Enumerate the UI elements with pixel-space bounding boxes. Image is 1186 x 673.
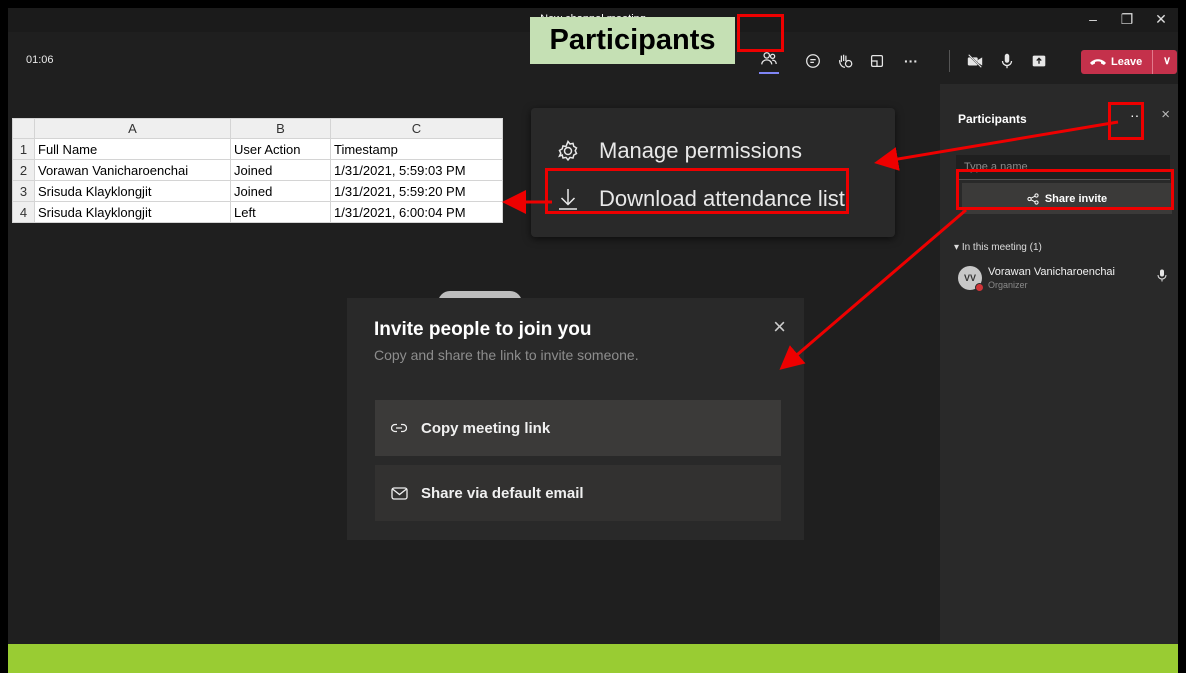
window-controls: – ❐ ✕ xyxy=(1076,8,1178,32)
row-number: 1 xyxy=(12,138,35,160)
share-invite-highlight-box xyxy=(956,169,1174,210)
table-cell: 1/31/2021, 5:59:03 PM xyxy=(330,159,503,181)
minimize-button[interactable]: – xyxy=(1076,8,1110,32)
share-via-email-button[interactable]: Share via default email xyxy=(375,465,781,521)
participants-panel: Participants ··· × Type a name Share inv… xyxy=(940,84,1178,644)
table-row: 3 Srisuda Klayklongjit Joined 1/31/2021,… xyxy=(12,180,503,202)
table-cell: User Action xyxy=(230,138,331,160)
invite-subtitle: Copy and share the link to invite someon… xyxy=(374,347,639,363)
attendance-spreadsheet: A B C 1 Full Name User Action Timestamp … xyxy=(12,118,503,223)
participant-role: Organizer xyxy=(988,280,1028,290)
restore-button[interactable]: ❐ xyxy=(1110,8,1144,32)
teams-meeting-window: New channel meeting – ❐ ✕ 01:06 ··· xyxy=(8,8,1178,673)
collapse-caret-icon: ▾ xyxy=(954,242,962,253)
select-all-corner xyxy=(12,118,35,139)
close-icon[interactable]: × xyxy=(773,316,786,338)
mail-icon xyxy=(391,486,409,500)
table-cell: Left xyxy=(230,201,331,223)
chat-icon[interactable] xyxy=(802,50,824,72)
active-tab-underline xyxy=(759,72,779,74)
download-highlight-box xyxy=(545,168,849,214)
column-header: A xyxy=(34,118,231,139)
gear-icon xyxy=(553,139,583,163)
column-header: C xyxy=(330,118,503,139)
row-number: 3 xyxy=(12,180,35,202)
link-icon xyxy=(391,423,409,433)
table-cell: Joined xyxy=(230,180,331,202)
column-header: B xyxy=(230,118,331,139)
participant-mic-icon xyxy=(1157,269,1167,287)
leave-label-group: Leave xyxy=(1081,56,1142,68)
table-row: 2 Vorawan Vanicharoenchai Joined 1/31/20… xyxy=(12,159,503,181)
table-cell: 1/31/2021, 5:59:20 PM xyxy=(330,180,503,202)
leave-button[interactable]: Leave ∨ xyxy=(1081,50,1177,74)
manage-permissions-label: Manage permissions xyxy=(599,138,802,163)
in-meeting-label: In this meeting (1) xyxy=(961,242,1042,253)
leave-label: Leave xyxy=(1111,56,1143,68)
row-number: 4 xyxy=(12,201,35,223)
table-cell: Srisuda Klayklongjit xyxy=(34,180,231,202)
avatar[interactable]: VV xyxy=(958,266,984,292)
table-cell: Timestamp xyxy=(330,138,503,160)
table-cell: Joined xyxy=(230,159,331,181)
table-row: 4 Srisuda Klayklongjit Left 1/31/2021, 6… xyxy=(12,201,503,223)
avatar-initials: VV xyxy=(963,273,976,283)
participants-highlight-box xyxy=(737,14,784,52)
share-tray-icon[interactable] xyxy=(1028,50,1050,72)
share-via-email-label: Share via default email xyxy=(421,484,584,502)
table-row: 1 Full Name User Action Timestamp xyxy=(12,138,503,160)
close-window-button[interactable]: ✕ xyxy=(1144,8,1178,32)
row-number: 2 xyxy=(12,159,35,181)
meeting-timer: 01:06 xyxy=(26,54,54,66)
hang-up-icon xyxy=(1090,59,1106,65)
leave-split xyxy=(1152,50,1153,74)
invite-title: Invite people to join you xyxy=(374,319,592,340)
panel-title: Participants xyxy=(958,112,1027,126)
footer-band xyxy=(8,644,1178,673)
table-cell: Srisuda Klayklongjit xyxy=(34,201,231,223)
table-cell: 1/31/2021, 6:00:04 PM xyxy=(330,201,503,223)
invite-dialog: Invite people to join you Copy and share… xyxy=(347,298,804,540)
table-cell: Full Name xyxy=(34,138,231,160)
breakout-rooms-icon[interactable] xyxy=(866,50,888,72)
presence-busy-icon xyxy=(975,283,984,292)
more-actions-icon[interactable]: ··· xyxy=(900,50,922,72)
participants-callout: Participants xyxy=(530,17,735,64)
more-options-highlight-box xyxy=(1108,102,1144,140)
copy-meeting-link-label: Copy meeting link xyxy=(421,419,551,437)
toolbar-divider xyxy=(949,50,950,72)
in-meeting-section[interactable]: ▾ In this meeting (1) xyxy=(954,242,1042,253)
column-header-row: A B C xyxy=(12,118,503,139)
participant-name: Vorawan Vanicharoenchai xyxy=(988,266,1115,278)
table-cell: Vorawan Vanicharoenchai xyxy=(34,159,231,181)
close-panel-icon[interactable]: × xyxy=(1161,106,1170,123)
mic-icon[interactable] xyxy=(996,50,1018,72)
camera-off-icon[interactable] xyxy=(964,50,986,72)
reactions-icon[interactable] xyxy=(834,50,856,72)
chevron-down-icon[interactable]: ∨ xyxy=(1163,54,1171,67)
copy-meeting-link-button[interactable]: Copy meeting link xyxy=(375,400,781,456)
